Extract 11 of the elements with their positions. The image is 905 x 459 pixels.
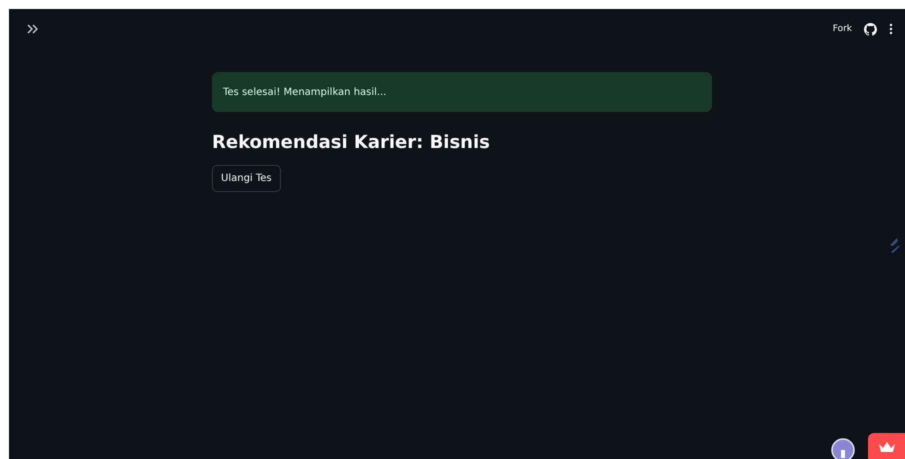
alert-message: Tes selesai! Menampilkan hasil... (223, 86, 386, 98)
retry-button[interactable]: Ulangi Tes (212, 165, 281, 192)
logo-icon (888, 237, 902, 255)
avatar-icon[interactable] (831, 438, 855, 459)
crown-icon (878, 441, 896, 453)
expand-sidebar-icon[interactable] (27, 24, 39, 34)
menu-icon[interactable] (889, 23, 893, 35)
fork-link[interactable]: Fork (832, 24, 852, 34)
github-icon[interactable] (864, 22, 877, 36)
result-heading: Rekomendasi Karier: Bisnis (212, 132, 490, 153)
crown-badge[interactable] (868, 433, 905, 459)
